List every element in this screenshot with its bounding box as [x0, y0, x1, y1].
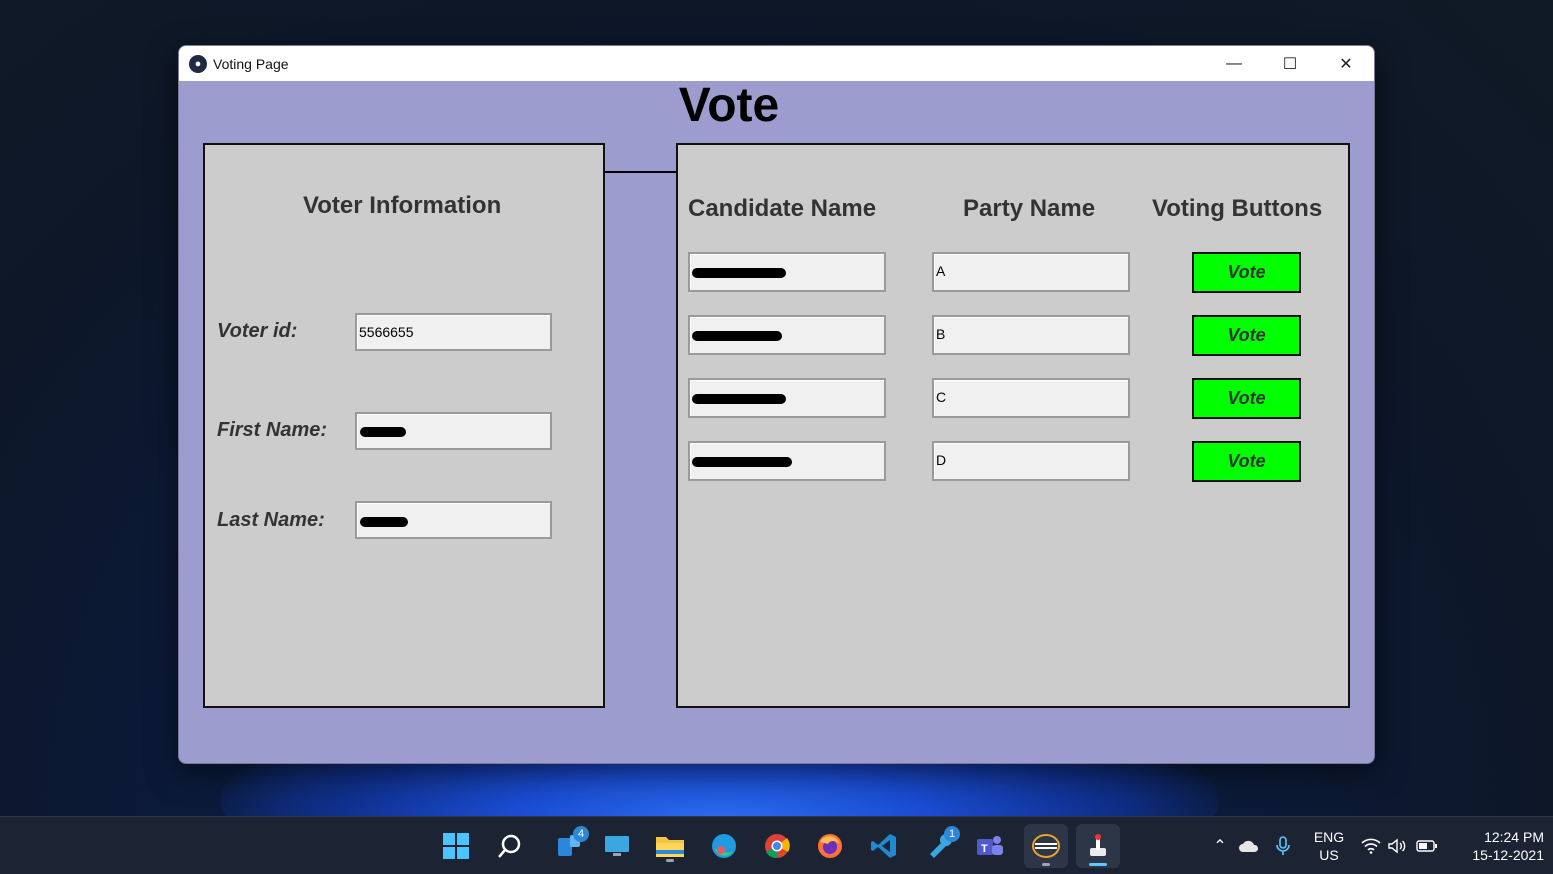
widgets-badge: 4: [573, 826, 589, 842]
maximize-button[interactable]: ☐: [1262, 46, 1318, 81]
desktop-icon[interactable]: [599, 828, 635, 864]
vote-button[interactable]: Vote: [1192, 315, 1301, 356]
party-name-field[interactable]: D: [932, 441, 1130, 481]
last-name-label: Last Name:: [217, 509, 325, 531]
python-app-icon[interactable]: [1024, 824, 1068, 868]
redacted-first-name: [360, 427, 406, 437]
start-icon[interactable]: [438, 828, 474, 864]
onedrive-icon[interactable]: [1232, 839, 1266, 853]
minimize-button[interactable]: —: [1206, 46, 1262, 81]
last-name-field[interactable]: [355, 501, 552, 539]
vote-button[interactable]: Vote: [1192, 378, 1301, 419]
tools-badge: 1: [944, 826, 960, 842]
vscode-icon[interactable]: [866, 828, 902, 864]
title-bar: ● Voting Page — ☐ ✕: [179, 46, 1374, 81]
search-icon[interactable]: [492, 828, 528, 864]
language-indicator[interactable]: ENG US: [1300, 828, 1358, 864]
voting-buttons-header: Voting Buttons: [1152, 195, 1323, 222]
teams-icon[interactable]: T: [972, 828, 1008, 864]
first-name-field[interactable]: [355, 412, 552, 450]
candidates-panel: Candidate Name Party Name Voting Buttons…: [676, 143, 1350, 708]
running-indicator: [1042, 863, 1050, 866]
active-indicator: [1089, 863, 1107, 866]
voting-window: ● Voting Page — ☐ ✕ Vote Voter Informati…: [178, 45, 1375, 764]
close-button[interactable]: ✕: [1318, 46, 1374, 81]
widgets-icon[interactable]: 4: [551, 826, 589, 864]
system-tray: ⌃ ENG US 12:24 PM 15-12-2021: [1208, 817, 1544, 874]
language-text: ENG: [1313, 829, 1345, 845]
app-icon: ●: [189, 54, 207, 73]
candidate-name-field[interactable]: [688, 252, 886, 292]
vote-button[interactable]: Vote: [1192, 441, 1301, 482]
taskbar: 4 1 T ⌃ ENG US 12:24 PM 15-12-2021: [0, 816, 1553, 874]
vote-button[interactable]: Vote: [1192, 252, 1301, 293]
running-indicator: [666, 859, 674, 862]
party-name-field[interactable]: B: [932, 315, 1130, 355]
voter-id-label: Voter id:: [217, 320, 298, 342]
window-controls: — ☐ ✕: [1206, 46, 1374, 81]
firefox-icon[interactable]: [812, 828, 848, 864]
region-text: US: [1319, 847, 1339, 863]
wifi-icon[interactable]: [1358, 838, 1384, 854]
party-name-field[interactable]: C: [932, 378, 1130, 418]
volume-icon[interactable]: [1384, 838, 1410, 854]
svg-text:T: T: [981, 843, 988, 855]
first-name-label: First Name:: [217, 419, 328, 441]
tools-icon[interactable]: 1: [922, 826, 960, 864]
redacted-candidate-name: [692, 331, 782, 341]
window-title: Voting Page: [213, 55, 289, 72]
page-heading: Vote: [678, 79, 780, 132]
clock-time: 12:24 PM: [1484, 829, 1544, 845]
voting-app-icon[interactable]: [1076, 824, 1120, 868]
party-name-field[interactable]: A: [932, 252, 1130, 292]
microphone-icon[interactable]: [1266, 836, 1300, 856]
candidate-name-field[interactable]: [688, 315, 886, 355]
edge-icon[interactable]: [706, 828, 742, 864]
voter-information-panel: Voter Information Voter id: 5566655 Firs…: [203, 143, 605, 708]
chevron-up-icon[interactable]: ⌃: [1208, 836, 1232, 856]
candidate-name-header: Candidate Name: [688, 195, 877, 222]
candidate-name-field[interactable]: [688, 378, 886, 418]
battery-icon[interactable]: [1410, 840, 1444, 852]
party-name-header: Party Name: [963, 195, 1096, 222]
voter-id-field[interactable]: 5566655: [355, 313, 552, 351]
clock[interactable]: 12:24 PM 15-12-2021: [1444, 828, 1544, 864]
window-client-area: Vote Voter Information Voter id: 5566655…: [179, 79, 1374, 763]
redacted-candidate-name: [692, 394, 786, 404]
redacted-candidate-name: [692, 268, 786, 278]
candidate-name-field[interactable]: [688, 441, 886, 481]
voter-information-title: Voter Information: [303, 192, 502, 219]
redacted-last-name: [360, 517, 408, 527]
file-explorer-icon[interactable]: [652, 828, 688, 864]
chrome-icon[interactable]: [759, 828, 795, 864]
redacted-candidate-name: [692, 457, 792, 467]
clock-date: 15-12-2021: [1472, 847, 1544, 863]
